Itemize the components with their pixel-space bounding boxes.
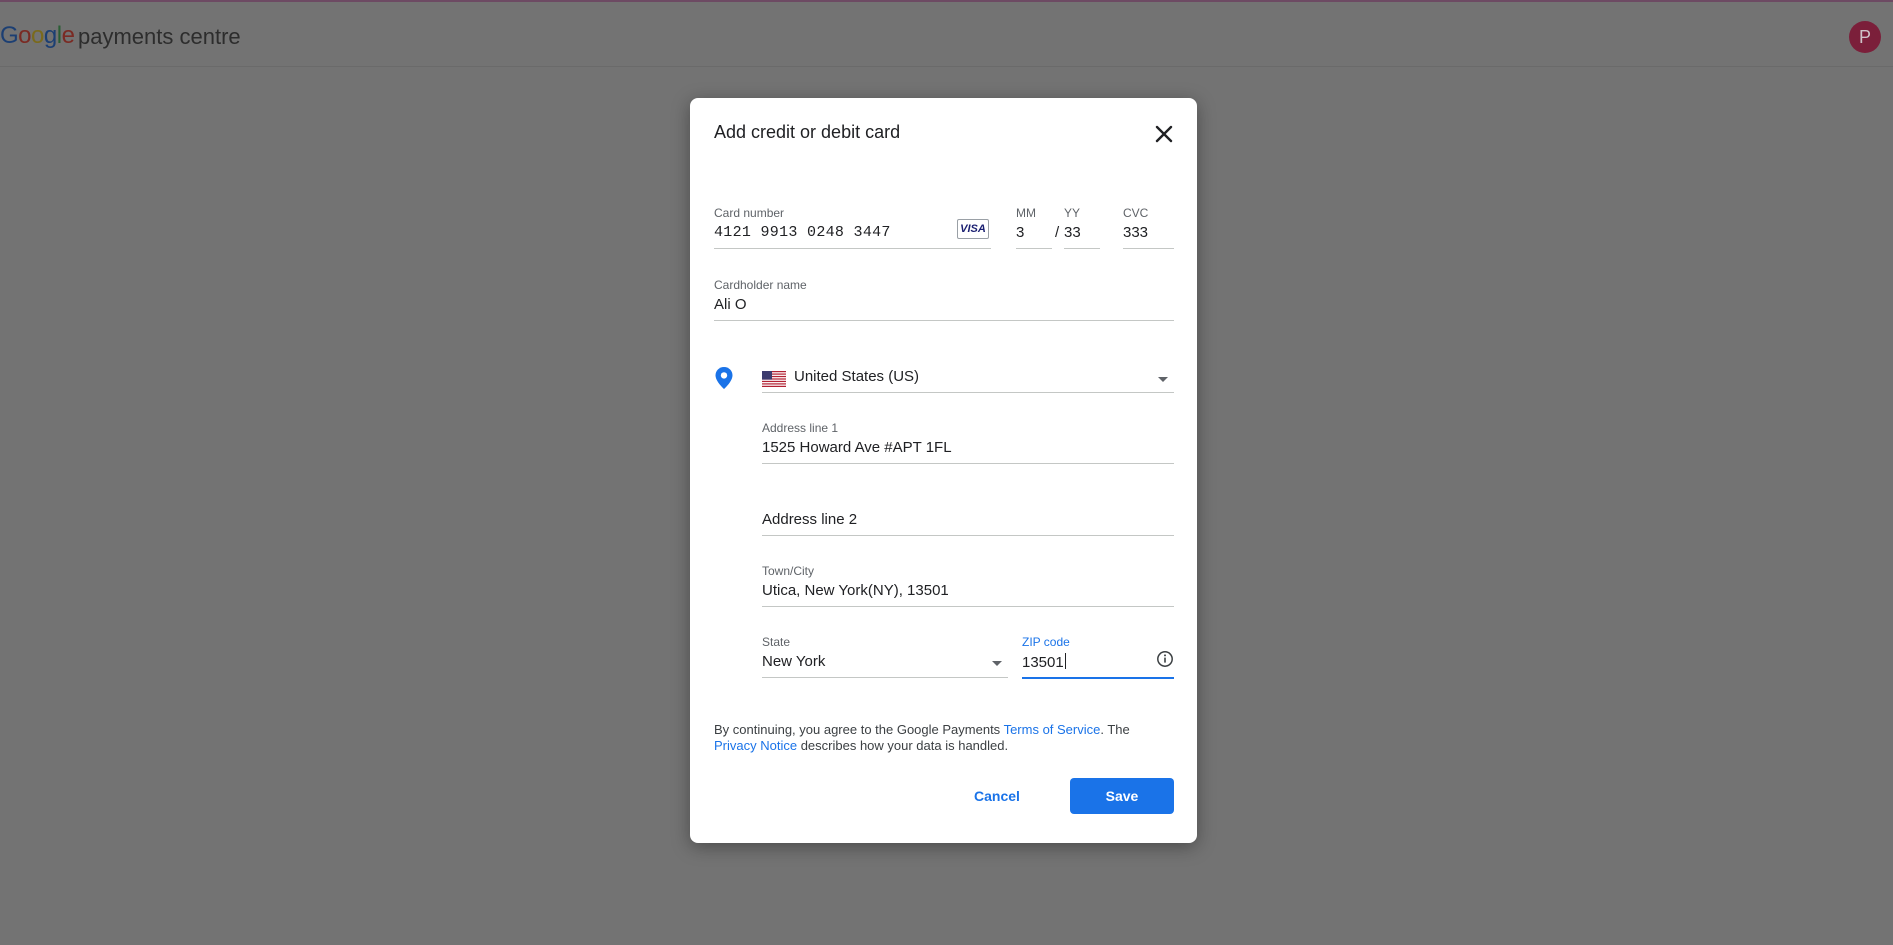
cardholder-name-field[interactable]: Cardholder name Ali O <box>714 278 1174 321</box>
expiry-separator: / <box>1055 224 1060 241</box>
logo-letter: o <box>31 22 44 49</box>
zip-code-field[interactable]: ZIP code 13501 <box>1022 635 1174 679</box>
card-number-label: Card number <box>714 206 785 220</box>
dialog-title: Add credit or debit card <box>714 122 901 142</box>
cardholder-name-value: Ali O <box>714 296 747 313</box>
zip-code-label: ZIP code <box>1022 635 1070 649</box>
country-value: United States (US) <box>794 368 920 385</box>
info-icon[interactable] <box>1156 650 1174 668</box>
town-city-value: Utica, New York(NY), 13501 <box>762 582 949 599</box>
card-number-field[interactable]: Card number 4121 9913 0248 3447 VISA <box>714 206 991 249</box>
expiry-month-label: MM <box>1016 206 1036 220</box>
expiry-year-field[interactable]: YY 33 <box>1064 206 1100 249</box>
terms-text-middle: . The <box>1100 722 1130 737</box>
app-header: Google payments centre P <box>0 2 1893 67</box>
google-logo[interactable]: Google <box>0 22 75 50</box>
us-flag-icon <box>762 371 786 387</box>
terms-text-after: describes how your data is handled. <box>797 738 1009 753</box>
save-button[interactable]: Save <box>1070 778 1174 814</box>
dropdown-caret-icon <box>1158 377 1168 382</box>
state-value: New York <box>762 653 826 670</box>
text-cursor <box>1064 653 1066 669</box>
product-name: payments centre <box>78 24 241 49</box>
address-line2-field[interactable]: Address line 2 <box>762 492 1174 536</box>
address-line1-label: Address line 1 <box>762 421 839 435</box>
logo-letter: G <box>0 22 19 49</box>
address-line2-placeholder: Address line 2 <box>762 511 858 528</box>
address-line1-field[interactable]: Address line 1 1525 Howard Ave #APT 1FL <box>762 421 1174 464</box>
terms-text-before: By continuing, you agree to the Google P… <box>714 722 1004 737</box>
cvc-label: CVC <box>1123 206 1149 220</box>
logo-letter: o <box>18 22 32 49</box>
expiry-month-field[interactable]: MM 3 <box>1016 206 1052 249</box>
town-city-field[interactable]: Town/City Utica, New York(NY), 13501 <box>762 564 1174 607</box>
country-select[interactable]: United States (US) <box>762 360 1174 393</box>
expiry-month-value: 3 <box>1016 224 1025 241</box>
logo-letter: e <box>61 22 75 49</box>
card-number-value: 4121 9913 0248 3447 <box>714 224 891 241</box>
account-avatar[interactable]: P <box>1849 21 1881 53</box>
state-label: State <box>762 635 791 649</box>
state-select[interactable]: State New York <box>762 635 1008 678</box>
terms-of-service-link[interactable]: Terms of Service <box>1004 722 1101 737</box>
expiry-year-label: YY <box>1064 206 1081 220</box>
town-city-label: Town/City <box>762 564 815 578</box>
location-pin-icon <box>715 367 733 389</box>
dropdown-caret-icon <box>992 661 1002 666</box>
visa-card-icon: VISA <box>957 219 989 239</box>
privacy-notice-link[interactable]: Privacy Notice <box>714 738 797 753</box>
logo-letter: g <box>43 22 57 49</box>
terms-text: By continuing, you agree to the Google P… <box>714 722 1174 754</box>
zip-code-value: 13501 <box>1022 654 1064 671</box>
address-line1-value: 1525 Howard Ave #APT 1FL <box>762 439 952 456</box>
close-icon[interactable] <box>1150 120 1178 148</box>
zip-code-input: 13501 <box>1022 653 1066 671</box>
cardholder-name-label: Cardholder name <box>714 278 807 292</box>
expiry-year-value: 33 <box>1064 224 1081 241</box>
cancel-button[interactable]: Cancel <box>957 778 1037 814</box>
cvc-field[interactable]: CVC 333 <box>1123 206 1174 249</box>
add-card-dialog: Add credit or debit card Card number 412… <box>690 98 1197 843</box>
cvc-value: 333 <box>1123 224 1149 241</box>
